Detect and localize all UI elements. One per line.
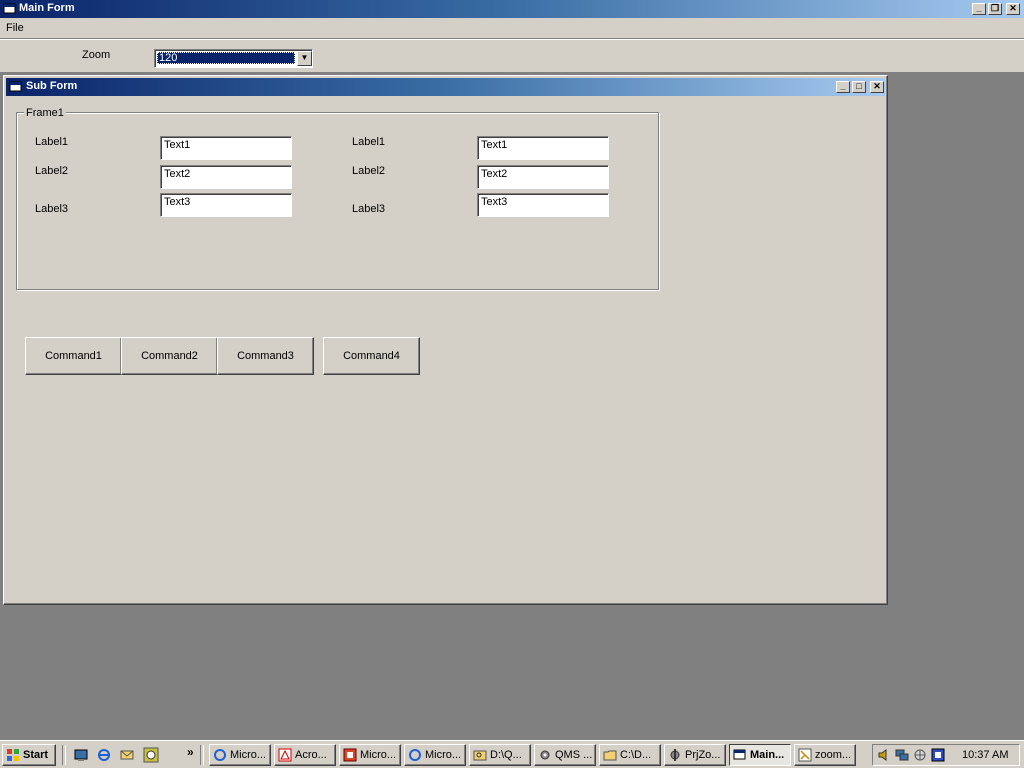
sub-minimize-button[interactable]: _	[836, 81, 850, 93]
vb-project-icon	[668, 748, 682, 762]
task-button-6[interactable]: QMS ...	[534, 744, 596, 766]
left-label2: Label2	[35, 165, 69, 177]
task-button-3[interactable]: Micro...	[339, 744, 401, 766]
menu-bar: File	[0, 18, 1024, 39]
taskbar-divider-2	[200, 745, 204, 765]
quicklaunch-overflow-button[interactable]: »	[187, 745, 194, 759]
sub-titlebar[interactable]: Sub Form _ □ ✕	[6, 78, 885, 96]
minimize-icon: _	[840, 81, 846, 91]
task-button-4[interactable]: Micro...	[404, 744, 466, 766]
left-label1: Label1	[35, 136, 69, 148]
maximize-icon: □	[856, 81, 862, 91]
ie-icon[interactable]	[97, 748, 111, 762]
folder-icon	[603, 748, 617, 762]
left-text1[interactable]: Text1	[160, 136, 292, 160]
task-button-10[interactable]: zoom...	[794, 744, 856, 766]
main-title: Main Form	[19, 2, 75, 14]
restore-button[interactable]: ❐	[988, 3, 1002, 15]
main-titlebar[interactable]: Main Form _ ❐ ✕	[0, 0, 1024, 18]
clock-readout[interactable]: 10:37 AM	[962, 749, 1008, 761]
right-label2: Label2	[352, 165, 386, 177]
minimize-icon: _	[976, 3, 982, 13]
right-text1[interactable]: Text1	[477, 136, 609, 160]
start-label: Start	[23, 749, 49, 761]
zoom-selected-value: 120	[157, 52, 295, 64]
windows-logo-icon	[6, 748, 20, 762]
zoom-label: Zoom	[82, 49, 111, 61]
show-desktop-icon[interactable]	[74, 748, 88, 762]
zoom-dropdown-button[interactable]: ▼	[297, 51, 312, 66]
volume-icon[interactable]	[877, 748, 891, 762]
close-icon: ✕	[1009, 3, 1017, 13]
task-button-2[interactable]: Acro...	[274, 744, 336, 766]
task-button-5[interactable]: D:\Q...	[469, 744, 531, 766]
sub-title: Sub Form	[26, 80, 78, 92]
left-text3[interactable]: Text3	[160, 193, 292, 217]
left-text2[interactable]: Text2	[160, 165, 292, 189]
search-folder-icon	[473, 748, 487, 762]
close-button[interactable]: ✕	[1006, 3, 1020, 15]
chevron-down-icon: ▼	[300, 53, 309, 62]
right-label1: Label1	[352, 136, 386, 148]
zoom-app-icon	[798, 748, 812, 762]
ie-icon	[408, 748, 422, 762]
zoom-combobox[interactable]: 120 ▼	[154, 49, 313, 68]
zoom-panel: Zoom 120 ▼	[0, 39, 1024, 73]
command2-button[interactable]: Command2	[121, 337, 218, 375]
clock-icon[interactable]	[143, 747, 159, 763]
globe-icon[interactable]	[913, 748, 927, 762]
system-tray: 10:37 AM	[872, 744, 1020, 766]
main-window: Main Form _ ❐ ✕ File Zoom 120 ▼ Sub Form…	[0, 0, 1024, 738]
start-button[interactable]: Start	[2, 744, 56, 766]
sub-form-icon[interactable]	[9, 80, 23, 93]
app-gear-icon	[538, 748, 552, 762]
sub-close-button[interactable]: ✕	[870, 81, 884, 93]
frame1-caption: Frame1	[24, 107, 66, 119]
task-button-7[interactable]: C:\D...	[599, 744, 661, 766]
acrobat-icon	[278, 748, 292, 762]
sub-window: Sub Form _ □ ✕ Frame1 Label1 Label2 Labe…	[3, 75, 888, 605]
powerpoint-icon	[343, 748, 357, 762]
menu-file[interactable]: File	[6, 22, 24, 34]
outlook-icon[interactable]	[120, 748, 134, 762]
sub-maximize-button[interactable]: □	[852, 81, 866, 93]
minimize-button[interactable]: _	[972, 3, 986, 15]
task-button-1[interactable]: Micro...	[209, 744, 271, 766]
restore-icon: ❐	[990, 3, 1000, 13]
command4-button[interactable]: Command4	[323, 337, 420, 375]
close-icon: ✕	[873, 81, 881, 91]
task-button-8[interactable]: PrjZo...	[664, 744, 726, 766]
command3-button[interactable]: Command3	[217, 337, 314, 375]
taskbar-divider	[62, 745, 66, 765]
ie-icon	[213, 748, 227, 762]
right-text2[interactable]: Text2	[477, 165, 609, 189]
command1-button[interactable]: Command1	[25, 337, 122, 375]
form-icon	[733, 748, 747, 762]
left-label3: Label3	[35, 203, 69, 215]
right-label3: Label3	[352, 203, 386, 215]
right-text3[interactable]: Text3	[477, 193, 609, 217]
taskbar: Start » Micro... Acro... Micro... Micro.…	[0, 740, 1024, 768]
task-button-9-active[interactable]: Main...	[729, 744, 791, 766]
network-icon[interactable]	[895, 748, 909, 762]
app-icon[interactable]	[3, 2, 17, 15]
tray-app-icon[interactable]	[931, 748, 945, 762]
